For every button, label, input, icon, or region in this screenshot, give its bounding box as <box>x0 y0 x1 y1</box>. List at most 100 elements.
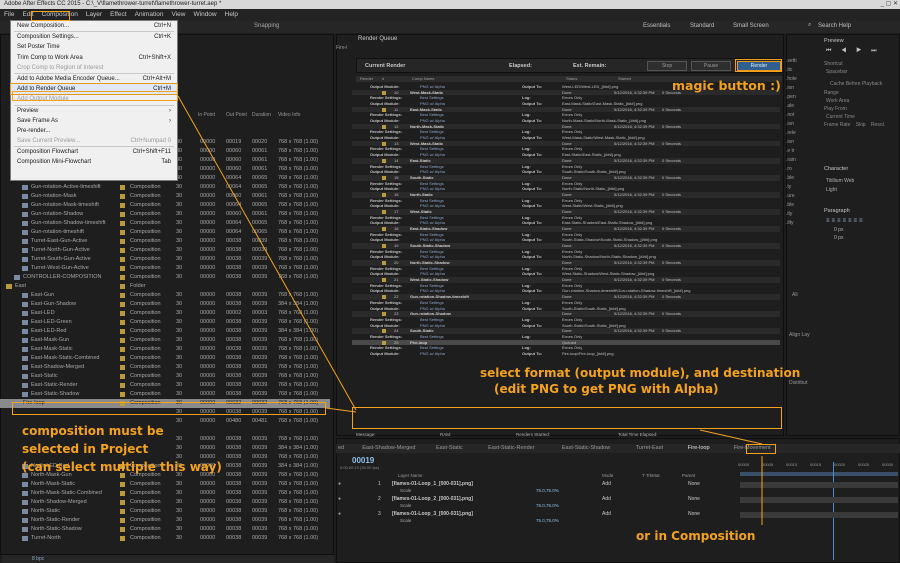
col-duration[interactable]: Duration <box>252 112 271 118</box>
timeline-tab-east-static[interactable]: East-Static <box>436 445 463 451</box>
layer-bar-2[interactable] <box>740 497 898 503</box>
effect-entry[interactable]: .ble <box>786 175 808 184</box>
layer-parent[interactable]: None <box>688 510 700 518</box>
project-row[interactable]: East-Gun-Shadow Composition 30 00000 00038 00… <box>0 300 330 309</box>
effect-entry[interactable]: .rele <box>786 130 808 139</box>
scale-value[interactable]: 75.0,75.0% <box>536 518 559 524</box>
layer-parent[interactable]: None <box>688 480 700 488</box>
project-row[interactable]: North-Static Composition 30 00000 00038 00039… <box>0 507 330 516</box>
project-row[interactable]: Gun-rotation-Active-timeshift Composition… <box>0 183 330 192</box>
project-row[interactable]: Gun-rotation-Mask-timeshift Composition 30… <box>0 201 330 210</box>
render-queue-tab[interactable]: Render Queue <box>358 36 397 45</box>
play-from-value[interactable]: Current Time <box>826 114 900 120</box>
project-row[interactable]: Turret-North-Gun-Active Composition 30 0000… <box>0 246 330 255</box>
scale-value[interactable]: 75.0,75.0% <box>536 488 559 494</box>
col-video-info[interactable]: Video Info <box>278 112 300 118</box>
render-checkbox[interactable] <box>382 90 386 95</box>
time-ruler[interactable]: 00000 00005 00010 00015 00020 00025 00030 <box>738 458 898 472</box>
project-row[interactable]: Turret-East-Gun-Active Composition 30 00000… <box>0 237 330 246</box>
timeline-tab-fire-loop[interactable]: Fire-loop <box>688 445 710 451</box>
render-checkbox[interactable] <box>382 227 386 231</box>
layer-visibility-icon[interactable]: ● <box>338 510 341 518</box>
timeline-tab-turret-east[interactable]: Turret-East <box>636 445 663 451</box>
workspace-standard[interactable]: Standard <box>690 23 714 29</box>
menu-item-save-frame-as[interactable]: Save Frame As › <box>11 116 177 126</box>
project-row[interactable]: East-LED-Green Composition 30 00000 00038 000… <box>0 318 330 327</box>
project-row[interactable]: East-LED-Red Composition 30 00000 00038 00039… <box>0 327 330 336</box>
timeline-tab-east-static-render[interactable]: East-Static-Render <box>488 445 534 451</box>
render-checkbox[interactable] <box>382 244 386 249</box>
render-checkbox[interactable] <box>382 329 386 334</box>
output-module-row[interactable]: Output Module: PNG w/ Alpha Output To: Fire… <box>352 351 780 357</box>
layer-name[interactable]: [flames-01-Loop_2_[000-031].png] <box>392 495 473 503</box>
work-area-bar[interactable] <box>740 472 898 476</box>
col-layer-name[interactable]: Layer Name <box>398 473 423 478</box>
timeline-tab-ed[interactable]: ed <box>338 445 344 451</box>
render-checkbox[interactable] <box>382 340 386 345</box>
project-row[interactable]: North-Shadow-Merged Composition 30 00000 000… <box>0 498 330 507</box>
rq-col-comp-name[interactable]: Comp Name <box>412 76 434 82</box>
menu-item-crop-comp-to-region-of-interest[interactable]: Crop Comp to Region of Interest <box>11 63 177 73</box>
menu-item-new-composition[interactable]: New Composition... Ctrl+N <box>11 21 177 31</box>
render-checkbox[interactable] <box>382 278 386 283</box>
timeline-layer-row[interactable]: ● 2 [flames-01-Loop_2_[000-031].png] Add Non… <box>336 495 736 503</box>
layer-visibility-icon[interactable]: ● <box>338 495 341 503</box>
project-row[interactable]: East-Mask-Gun Composition 30 00000 00038 0003… <box>0 336 330 345</box>
col-in-point[interactable]: In Point <box>198 112 215 118</box>
preview-controls[interactable]: ⏮ ◀ ▶ ⏭ <box>826 48 900 55</box>
project-row[interactable]: Turret-South-Gun-Active Composition 30 0000… <box>0 255 330 264</box>
project-row[interactable]: East-Mask-Static-Combined Composition 30 00… <box>0 354 330 363</box>
project-row[interactable]: East-Static-Render Composition 30 00000 0003… <box>0 381 330 390</box>
font-family-select[interactable]: Titillium Web <box>826 178 900 184</box>
cache-before-playback[interactable]: Cache Before Playback <box>830 81 900 87</box>
menu-item-composition-flowchart[interactable]: Composition Flowchart Ctrl+Shift+F11 <box>11 147 177 157</box>
effect-entry[interactable]: .ilty <box>786 220 808 229</box>
layer-mode[interactable]: Add <box>602 480 611 488</box>
menu-item-save-current-preview[interactable]: Save Current Preview... Ctrl+Numpad 0 <box>11 136 177 146</box>
workspace-small-screen[interactable]: Small Screen <box>733 23 769 29</box>
render-checkbox[interactable] <box>382 295 386 300</box>
rq-col-started[interactable]: Started <box>618 76 631 82</box>
col-parent[interactable]: Parent <box>682 473 695 478</box>
effect-entry[interactable]: .ion <box>786 121 808 130</box>
timeline-tab-east-static-shadow[interactable]: East-Static-Shadow <box>562 445 610 451</box>
render-checkbox[interactable] <box>382 158 386 163</box>
bpc-label[interactable]: 8 bpc <box>32 556 44 562</box>
effect-entry[interactable]: .ion <box>786 85 808 94</box>
effect-entry[interactable]: .itc <box>786 67 808 76</box>
menu-item-trim-comp-to-work-area[interactable]: Trim Comp to Work Area Ctrl+Shift+X <box>11 53 177 63</box>
effect-entry[interactable]: .not <box>786 112 808 121</box>
project-row[interactable]: North-Static-Render Composition 30 00000 000… <box>0 516 330 525</box>
render-checkbox[interactable] <box>382 175 386 180</box>
layer-bar-3[interactable] <box>740 512 898 518</box>
render-checkbox[interactable] <box>382 107 386 112</box>
effect-entry[interactable]: .pen <box>786 94 808 103</box>
project-row[interactable]: East-Static Composition 30 00000 00038 00039 7… <box>0 372 330 381</box>
menu-window[interactable]: Window <box>190 9 221 21</box>
font-style-select[interactable]: Light <box>826 187 900 193</box>
project-row[interactable]: East-Static-Shadow Composition 30 00000 0003… <box>0 390 330 399</box>
layer-mode[interactable]: Add <box>602 510 611 518</box>
workspace-essentials[interactable]: Essentials <box>643 23 670 29</box>
project-row[interactable]: East-Gun Composition 30 00000 00038 00039 768 … <box>0 291 330 300</box>
menu-item-composition-settings[interactable]: Composition Settings... Ctrl+K <box>11 32 177 42</box>
layer-parent[interactable]: None <box>688 495 700 503</box>
project-row[interactable]: East-Mask-Static Composition 30 00000 00038 0… <box>0 345 330 354</box>
col-trkmat[interactable]: T TrkMat <box>642 473 660 478</box>
project-row[interactable]: East-Shadow-Merged Composition 30 00000 0003… <box>0 363 330 372</box>
menu-item-composition-mini-flowchart[interactable]: Composition Mini-Flowchart Tab <box>11 157 177 167</box>
render-checkbox[interactable] <box>382 124 386 129</box>
col-mode[interactable]: Mode <box>602 473 613 478</box>
stop-button[interactable]: Stop <box>647 61 687 71</box>
effect-entry[interactable]: .ure <box>786 193 808 202</box>
rq-col-status[interactable]: Status <box>566 76 577 82</box>
project-row[interactable]: Gun-rotation-Shadow Composition 30 00000 000… <box>0 210 330 219</box>
effect-entry[interactable]: .hole <box>786 76 808 85</box>
layer-name[interactable]: [flames-01-Loop_1_[000-031].png] <box>392 480 473 488</box>
menu-item-set-poster-time[interactable]: Set Poster Time <box>11 42 177 52</box>
current-time-indicator[interactable] <box>833 462 834 560</box>
project-row[interactable]: CONTROLLER-COMPOSITION Composition 30 00000… <box>0 273 330 282</box>
menu-help[interactable]: Help <box>221 9 242 21</box>
layer-bar-1[interactable] <box>740 482 898 488</box>
indent-value-1[interactable]: 0 px <box>834 227 900 233</box>
